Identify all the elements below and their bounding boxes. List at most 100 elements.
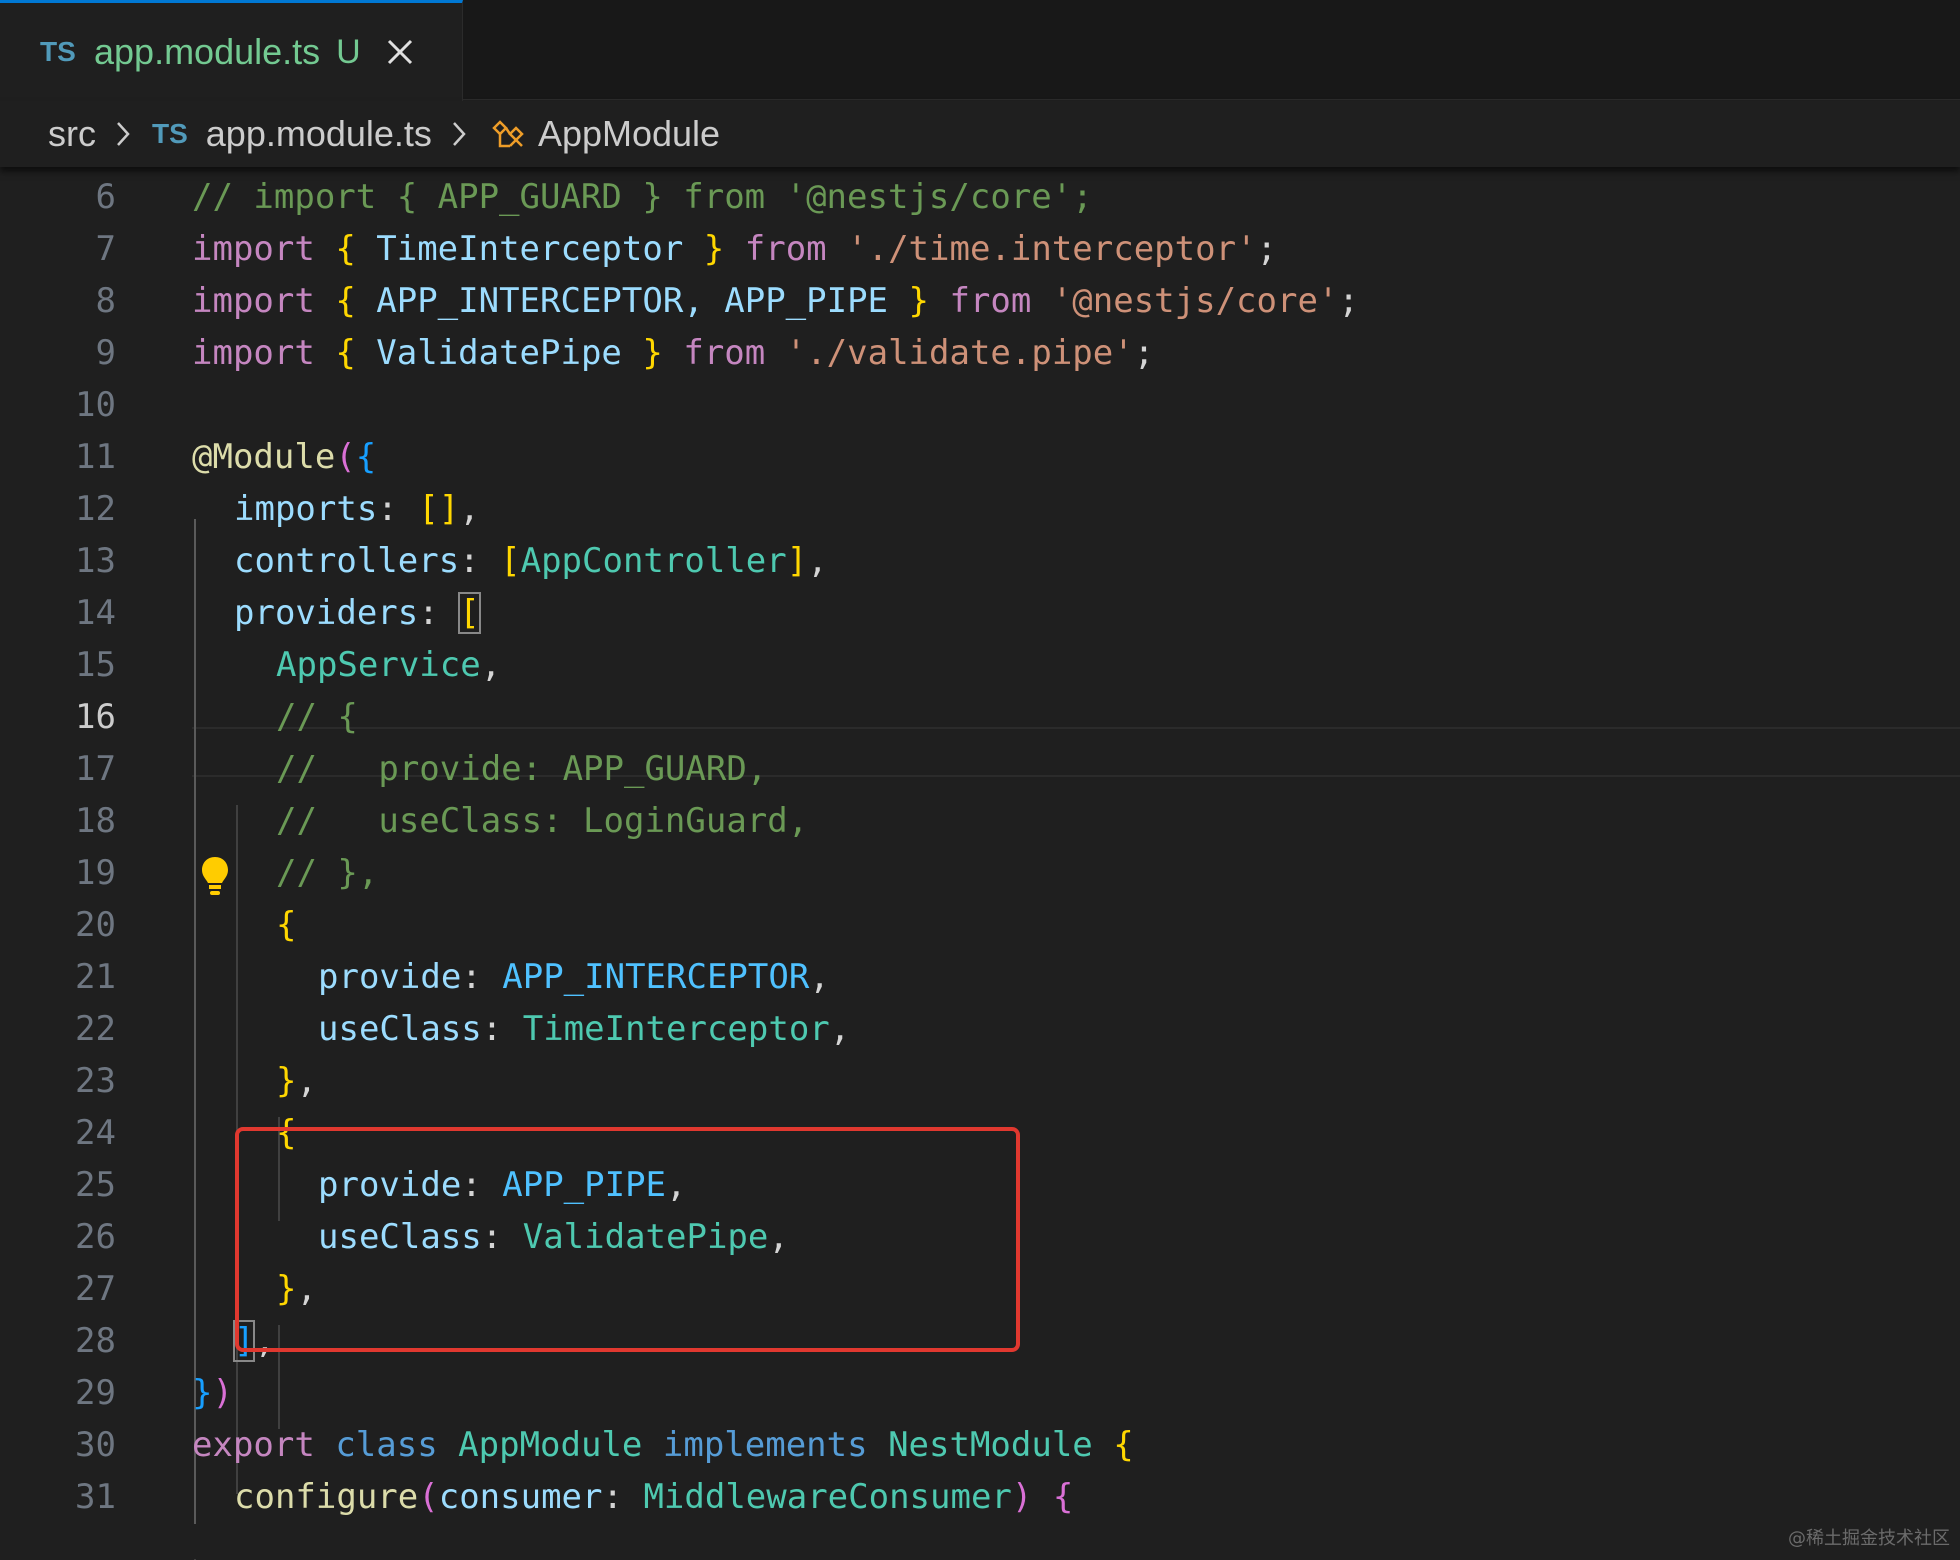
line-number: 10 [75, 385, 116, 425]
tab-git-status: U [336, 32, 361, 71]
code-token: from [744, 229, 827, 269]
code-token: , [807, 541, 828, 581]
typescript-file-icon: TS [40, 36, 76, 67]
line-number: 7 [95, 229, 116, 269]
code-token: : [481, 1009, 523, 1049]
code-token: ( [418, 1477, 439, 1517]
line-number: 17 [75, 749, 116, 789]
code-token: : [459, 541, 501, 581]
code-token: imports [234, 489, 378, 529]
line-number: 21 [75, 957, 116, 997]
code-token: ] [786, 541, 808, 581]
code-line: import { APP_INTERCEPTOR, APP_PIPE } fro… [192, 275, 1359, 327]
breadcrumb-symbol[interactable]: AppModule [538, 113, 720, 155]
code-token: // }, [276, 853, 379, 893]
code-line: controllers: [AppController], [234, 535, 828, 587]
code-line: // useClass: LoginGuard, [276, 795, 808, 847]
code-token: './time.interceptor' [847, 229, 1257, 269]
line-number: 15 [75, 645, 116, 685]
code-token: import [192, 281, 315, 321]
code-token: : [602, 1477, 644, 1517]
chevron-right-icon [453, 122, 466, 146]
code-line: @Module({ [192, 431, 376, 483]
code-token: } [642, 333, 663, 373]
code-line: AppService, [276, 639, 501, 691]
code-token: NestModule [888, 1425, 1093, 1465]
code-token: } [192, 1373, 213, 1413]
line-number: 31 [75, 1477, 116, 1517]
code-token: // { [276, 697, 358, 737]
code-token: @Module [192, 437, 336, 477]
code-token: : [461, 957, 503, 997]
tab-filename: app.module.ts [94, 31, 321, 72]
code-line: }, [276, 1055, 317, 1107]
code-token: ; [1256, 229, 1278, 269]
code-token: providers [234, 593, 419, 633]
tab-app-module[interactable]: TS app.module.ts U [0, 0, 463, 101]
code-token: provide [318, 957, 462, 997]
code-token: AppModule [458, 1425, 643, 1465]
code-token: ) [1011, 1477, 1033, 1517]
code-token: } [703, 229, 725, 269]
line-number: 14 [75, 593, 116, 633]
highlight-annotation-box [235, 1127, 1020, 1352]
code-line: provide: APP_INTERCEPTOR, [318, 951, 830, 1003]
line-number: 18 [75, 801, 116, 841]
code-token: , [480, 645, 502, 685]
code-token: : [418, 593, 460, 633]
code-token: import [192, 333, 315, 373]
code-token: , [296, 1061, 317, 1101]
line-number: 12 [75, 489, 116, 529]
code-token: } [276, 1061, 297, 1101]
code-token: { [335, 333, 356, 373]
code-token: './validate.pipe' [785, 333, 1134, 373]
code-token: export [192, 1425, 315, 1465]
code-token: { [1052, 1477, 1074, 1517]
code-line: }) [192, 1367, 233, 1419]
tab-bar: TS app.module.ts U [0, 0, 1960, 101]
code-token: { [335, 229, 356, 269]
breadcrumb: src TS app.module.ts AppModule [0, 101, 1960, 167]
code-token: [ [458, 592, 481, 634]
code-line: // }, [276, 847, 378, 899]
line-number: 13 [75, 541, 116, 581]
code-token: AppService [276, 645, 481, 685]
symbol-class-icon [492, 120, 524, 148]
code-line: // import { APP_GUARD } from '@nestjs/co… [192, 171, 1093, 223]
code-line: // { [276, 691, 358, 743]
code-token: '@nestjs/core' [1051, 281, 1339, 321]
line-number: 8 [95, 281, 116, 321]
code-token: ) [212, 1373, 233, 1413]
line-number: 19 [75, 853, 116, 893]
breadcrumb-folder[interactable]: src [48, 113, 96, 155]
code-token: APP_INTERCEPTOR [502, 957, 810, 997]
code-token: , [829, 1009, 851, 1049]
code-token: class [335, 1425, 438, 1465]
line-number: 28 [75, 1321, 116, 1361]
code-token: TimeInterceptor [355, 229, 704, 269]
line-number: 20 [75, 905, 116, 945]
line-number: 22 [75, 1009, 116, 1049]
code-token: APP_INTERCEPTOR, APP_PIPE [355, 281, 909, 321]
lightbulb-icon[interactable] [200, 855, 230, 899]
code-token: [] [418, 489, 460, 529]
line-number: 27 [75, 1269, 116, 1309]
code-token: useClass [318, 1009, 482, 1049]
code-token: ; [1133, 333, 1155, 373]
close-icon[interactable] [385, 37, 415, 67]
chevron-right-icon [117, 122, 130, 146]
code-line: { [276, 899, 296, 951]
watermark: @稀土掘金技术社区 [1788, 1528, 1950, 1549]
code-token: , [459, 489, 480, 529]
code-line: import { TimeInterceptor } from './time.… [192, 223, 1277, 275]
breadcrumb-file[interactable]: app.module.ts [206, 113, 432, 155]
